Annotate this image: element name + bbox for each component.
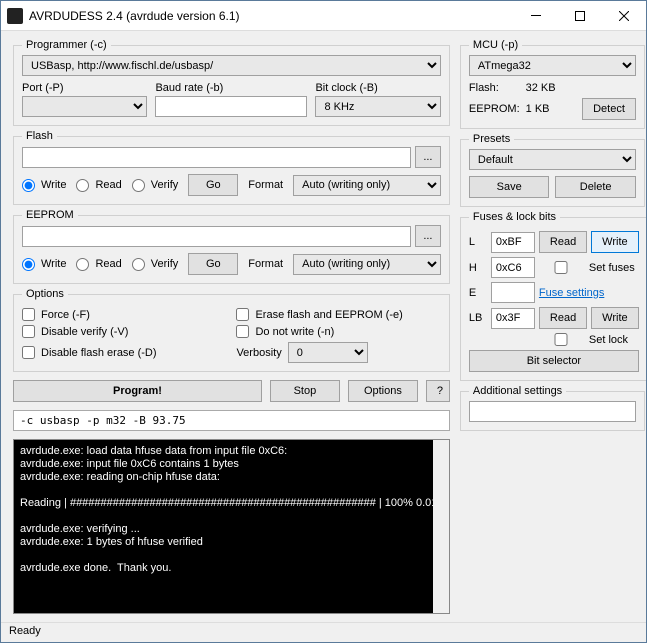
fuse-read-button[interactable]: Read [539,231,587,253]
options-button[interactable]: Options [348,380,418,402]
lock-read-button[interactable]: Read [539,307,587,329]
disable-verify-checkbox[interactable]: Disable verify (-V) [22,325,226,338]
console-scrollbar[interactable] [433,440,449,613]
flash-format-label: Format [248,179,283,191]
flash-write-radio[interactable]: Write [22,179,66,192]
flash-group: Flash ... Write Read Verify Go Format Au… [13,130,450,205]
disable-flash-erase-checkbox[interactable]: Disable flash erase (-D) [22,342,226,363]
status-bar: Ready [1,622,646,642]
fuse-e-input[interactable] [491,282,535,303]
verbosity-select[interactable]: 0 [288,342,368,363]
help-button[interactable]: ? [426,380,450,402]
flash-verify-radio[interactable]: Verify [132,179,179,192]
mcu-flash-value: 32 KB [526,82,576,94]
close-button[interactable] [602,2,646,30]
minimize-button[interactable] [514,2,558,30]
programmer-select[interactable]: USBasp, http://www.fischl.de/usbasp/ [22,55,441,76]
programmer-legend: Programmer (-c) [22,39,111,51]
preset-save-button[interactable]: Save [469,176,550,198]
window-title: AVRDUDESS 2.4 (avrdude version 6.1) [29,9,514,23]
presets-select[interactable]: Default [469,149,636,170]
flash-go-button[interactable]: Go [188,174,238,196]
lock-write-button[interactable]: Write [591,307,639,329]
eeprom-go-button[interactable]: Go [188,253,238,275]
titlebar: AVRDUDESS 2.4 (avrdude version 6.1) [1,1,646,31]
mcu-group: MCU (-p) ATmega32 Flash: 32 KB EEPROM: 1… [460,39,645,129]
mcu-eeprom-value: 1 KB [526,103,576,115]
options-group: Options Force (-F) Erase flash and EEPRO… [13,288,450,372]
flash-format-select[interactable]: Auto (writing only) [293,175,441,196]
mcu-select[interactable]: ATmega32 [469,55,636,76]
mcu-flash-label: Flash: [469,82,520,94]
eeprom-file-input[interactable] [22,226,411,247]
program-button[interactable]: Program! [13,380,262,402]
mcu-eeprom-label: EEPROM: [469,103,520,115]
eeprom-browse-button[interactable]: ... [415,225,441,247]
presets-legend: Presets [469,133,514,145]
eeprom-verify-radio[interactable]: Verify [132,258,179,271]
port-label: Port (-P) [22,82,147,94]
fuse-l-label: L [469,236,487,248]
eeprom-format-select[interactable]: Auto (writing only) [293,254,441,275]
bitclock-label: Bit clock (-B) [315,82,440,94]
fuses-legend: Fuses & lock bits [469,211,560,223]
programmer-group: Programmer (-c) USBasp, http://www.fisch… [13,39,450,126]
set-fuses-checkbox[interactable]: Set fuses [539,261,639,274]
fuse-e-label: E [469,287,487,299]
console-output[interactable]: avrdude.exe: load data hfuse data from i… [13,439,450,614]
detect-button[interactable]: Detect [582,98,636,120]
maximize-button[interactable] [558,2,602,30]
erase-checkbox[interactable]: Erase flash and EEPROM (-e) [236,308,440,321]
no-write-checkbox[interactable]: Do not write (-n) [236,325,440,338]
flash-browse-button[interactable]: ... [415,146,441,168]
eeprom-write-radio[interactable]: Write [22,258,66,271]
command-line: -c usbasp -p m32 -B 93.75 [13,410,450,431]
eeprom-legend: EEPROM [22,209,78,221]
force-checkbox[interactable]: Force (-F) [22,308,226,321]
eeprom-read-radio[interactable]: Read [76,258,121,271]
additional-input[interactable] [469,401,636,422]
bitclock-select[interactable]: 8 KHz [315,96,440,117]
fuse-settings-link[interactable]: Fuse settings [539,287,639,299]
preset-delete-button[interactable]: Delete [555,176,636,198]
additional-group: Additional settings [460,385,645,431]
fuse-write-button[interactable]: Write [591,231,639,253]
presets-group: Presets Default Save Delete [460,133,645,207]
app-icon [7,8,23,24]
bit-selector-button[interactable]: Bit selector [469,350,639,372]
fuse-h-input[interactable] [491,257,535,278]
eeprom-group: EEPROM ... Write Read Verify Go Format A… [13,209,450,284]
additional-legend: Additional settings [469,385,566,397]
eeprom-format-label: Format [248,258,283,270]
options-legend: Options [22,288,68,300]
fuse-h-label: H [469,262,487,274]
baud-input[interactable] [155,96,307,117]
port-select[interactable] [22,96,147,117]
stop-button[interactable]: Stop [270,380,340,402]
set-lock-checkbox[interactable]: Set lock [539,333,639,346]
flash-legend: Flash [22,130,57,142]
baud-label: Baud rate (-b) [155,82,307,94]
fuse-lb-input[interactable] [491,308,535,329]
fuse-l-input[interactable] [491,232,535,253]
fuses-group: Fuses & lock bits L Read Write H Set fus… [460,211,646,381]
fuse-lb-label: LB [469,312,487,324]
mcu-legend: MCU (-p) [469,39,522,51]
flash-read-radio[interactable]: Read [76,179,121,192]
verbosity-label: Verbosity [236,347,281,359]
flash-file-input[interactable] [22,147,411,168]
